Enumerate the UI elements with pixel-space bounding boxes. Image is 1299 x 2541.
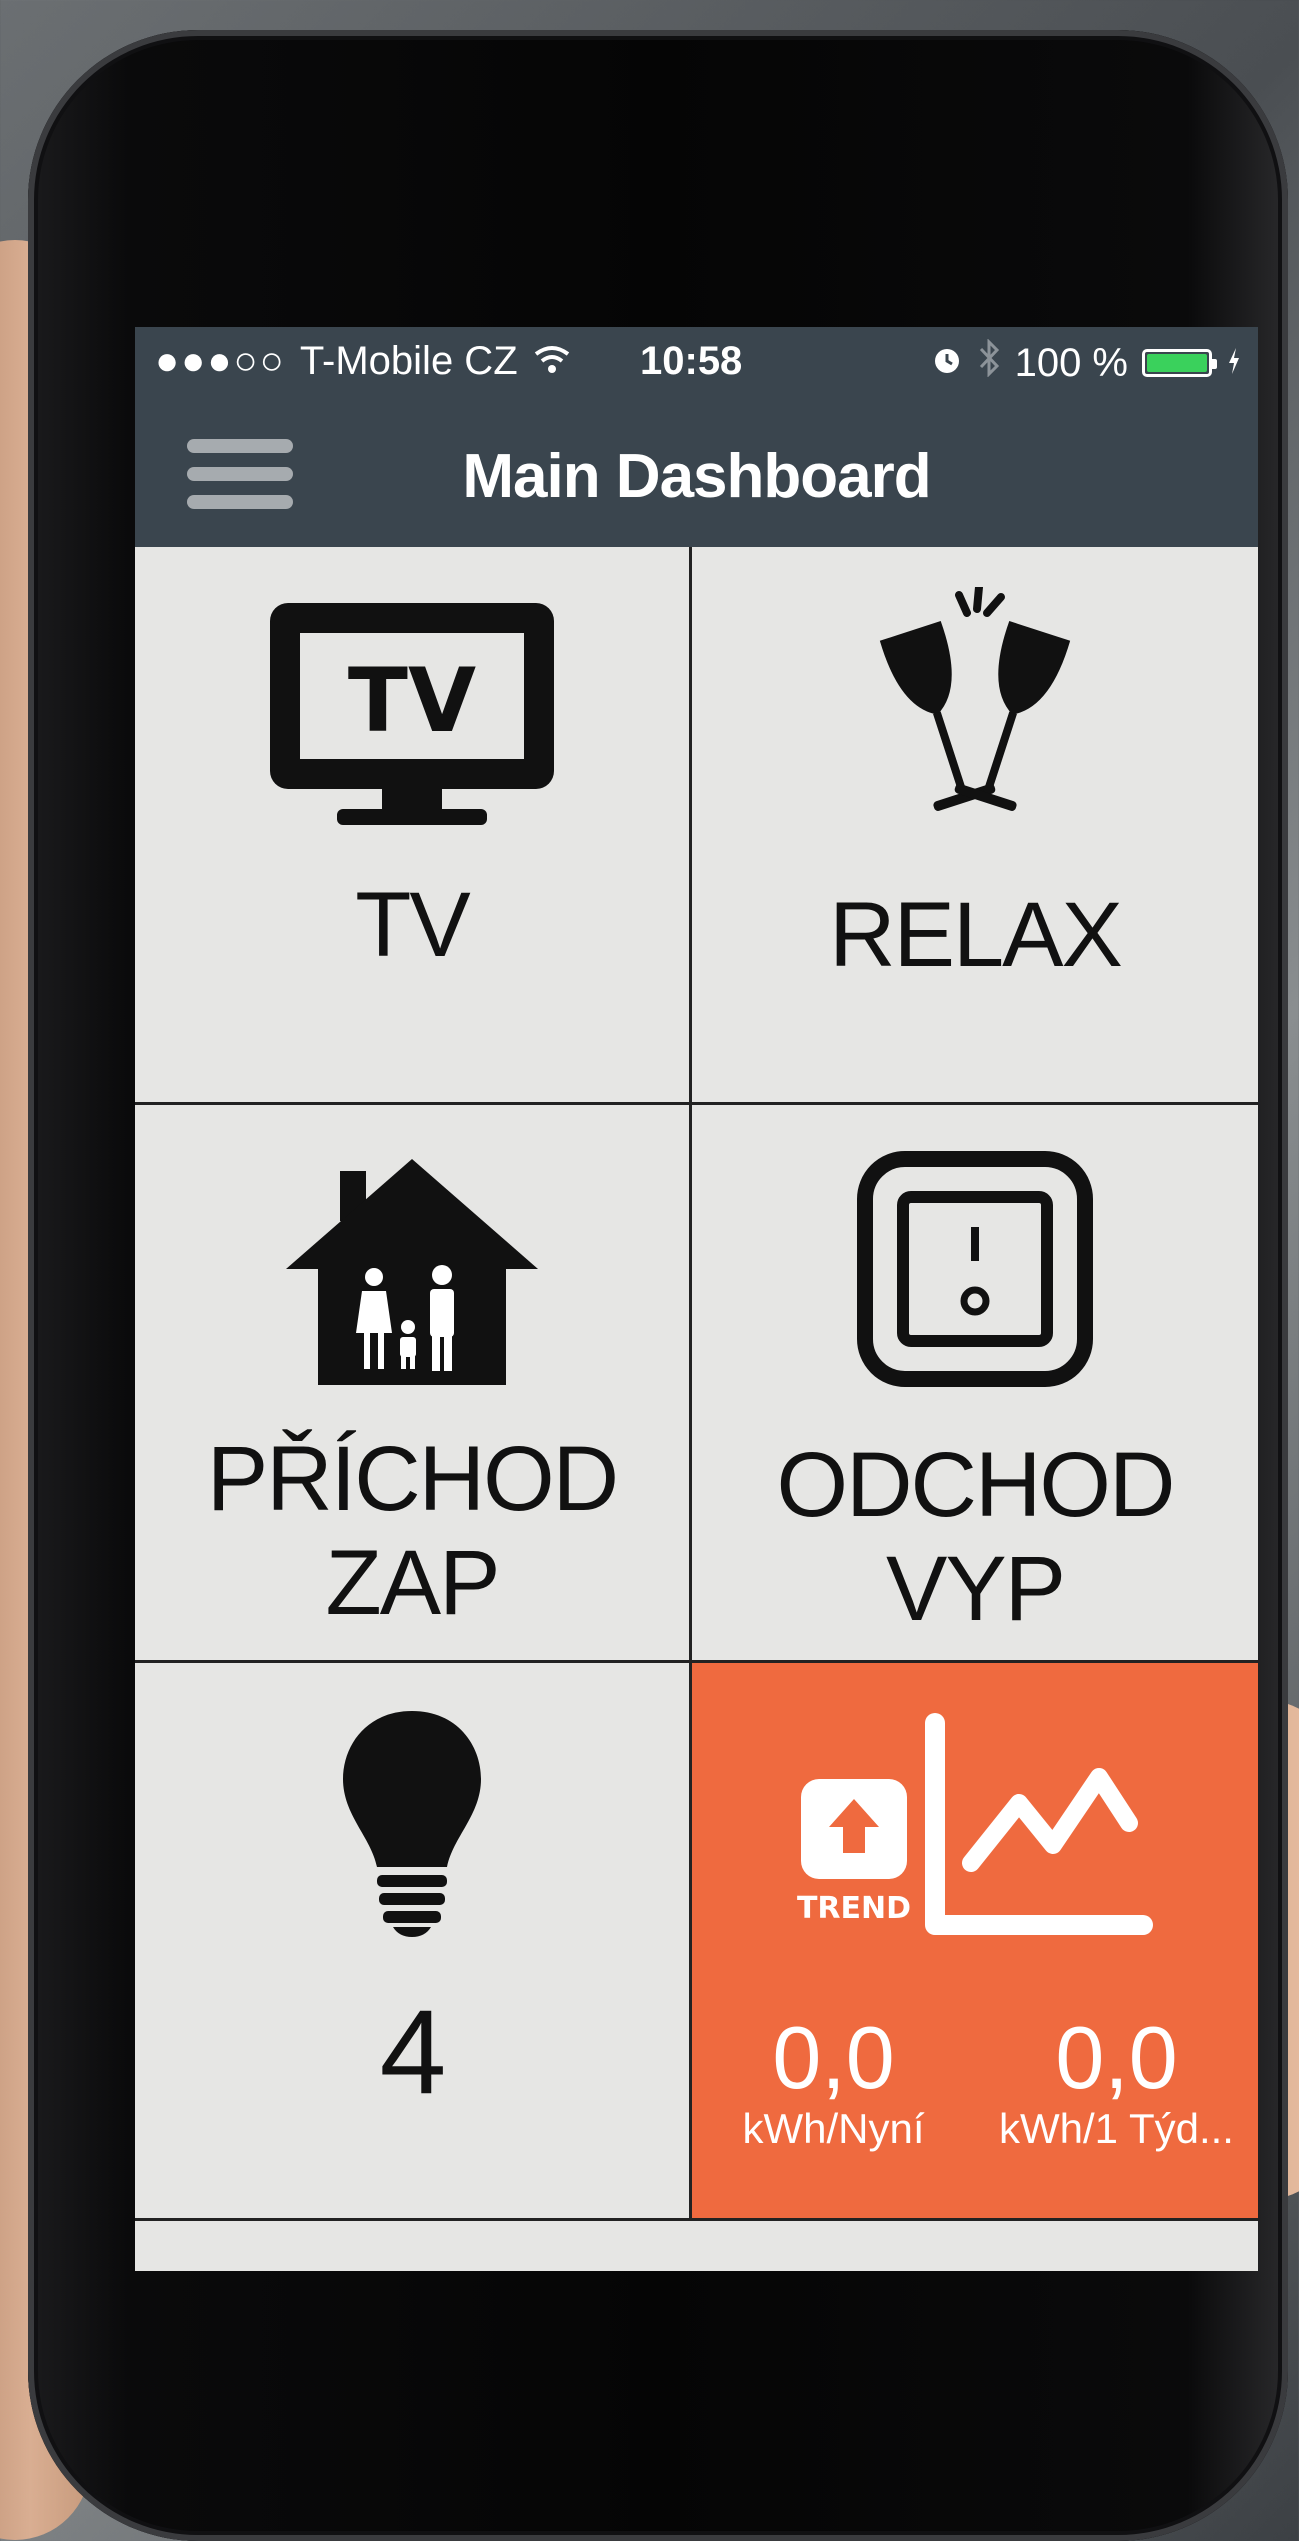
trend-now-value: 0,0 xyxy=(772,2008,895,2107)
app-screen: ●●●○○ T-Mobile CZ 10:58 100 % Main Dashb… xyxy=(135,327,1258,2271)
tile-odchod-vyp[interactable]: ODCHOD VYP xyxy=(692,1105,1258,1663)
page-title: Main Dashboard xyxy=(462,442,931,511)
battery-percent: 100 % xyxy=(1014,340,1128,385)
trend-week-value: 0,0 xyxy=(1055,2008,1178,2107)
tile-energy-trend[interactable]: TREND 0,0 kWh/Nyní 0,0 kWh/1 Týd... xyxy=(692,1663,1258,2221)
tile-label-line1: PŘÍCHOD xyxy=(206,1428,619,1530)
svg-text:TREND: TREND xyxy=(797,1891,911,1926)
carrier-name: T-Mobile CZ xyxy=(299,339,518,383)
tv-icon: TV xyxy=(270,603,554,825)
tile-label: 4 xyxy=(379,1985,447,2119)
tile-tv[interactable]: TV TV xyxy=(135,547,692,1105)
switch-icon xyxy=(857,1151,1093,1387)
tile-relax[interactable]: RELAX xyxy=(692,547,1258,1105)
tile-lights[interactable]: 4 xyxy=(135,1663,692,2221)
wifi-icon xyxy=(532,339,572,384)
trend-values: 0,0 kWh/Nyní 0,0 kWh/1 Týd... xyxy=(692,2013,1258,2155)
phone-frame: ●●●○○ T-Mobile CZ 10:58 100 % Main Dashb… xyxy=(28,30,1288,2541)
wine-glasses-icon xyxy=(879,587,1071,811)
trend-chart-icon: TREND xyxy=(797,1713,1153,1935)
trend-now-unit: kWh/Nyní xyxy=(742,2105,925,2152)
tile-label-line2: ZAP xyxy=(325,1532,501,1634)
dashboard-grid: TV TV RELAX PŘÍCHOD ZAP ODCHOD VYP 4 TRE… xyxy=(135,547,1258,2237)
battery-icon xyxy=(1142,349,1217,377)
family-house-icon xyxy=(286,1159,538,1385)
tile-label-line2: VYP xyxy=(885,1538,1066,1640)
tile-label-line1: ODCHOD xyxy=(776,1434,1176,1536)
bluetooth-icon xyxy=(977,338,1001,387)
trend-week-unit: kWh/1 Týd... xyxy=(999,2105,1234,2152)
tile-label: RELAX xyxy=(829,884,1123,986)
status-bar: ●●●○○ T-Mobile CZ 10:58 100 % xyxy=(135,327,1258,397)
svg-text:TV: TV xyxy=(348,649,476,752)
nav-bar: Main Dashboard xyxy=(135,397,1258,547)
signal-indicator: ●●●○○ xyxy=(155,339,286,383)
trend-week: 0,0 kWh/1 Týd... xyxy=(975,2013,1258,2155)
tile-prichod-zap[interactable]: PŘÍCHOD ZAP xyxy=(135,1105,692,1663)
trend-now: 0,0 kWh/Nyní xyxy=(692,2013,975,2155)
clock: 10:58 xyxy=(640,339,743,383)
charging-icon xyxy=(1226,341,1242,386)
bottom-strip xyxy=(135,2237,1258,2271)
alarm-icon xyxy=(931,341,963,386)
light-bulb-icon xyxy=(343,1711,481,1937)
tile-label: TV xyxy=(355,874,471,976)
